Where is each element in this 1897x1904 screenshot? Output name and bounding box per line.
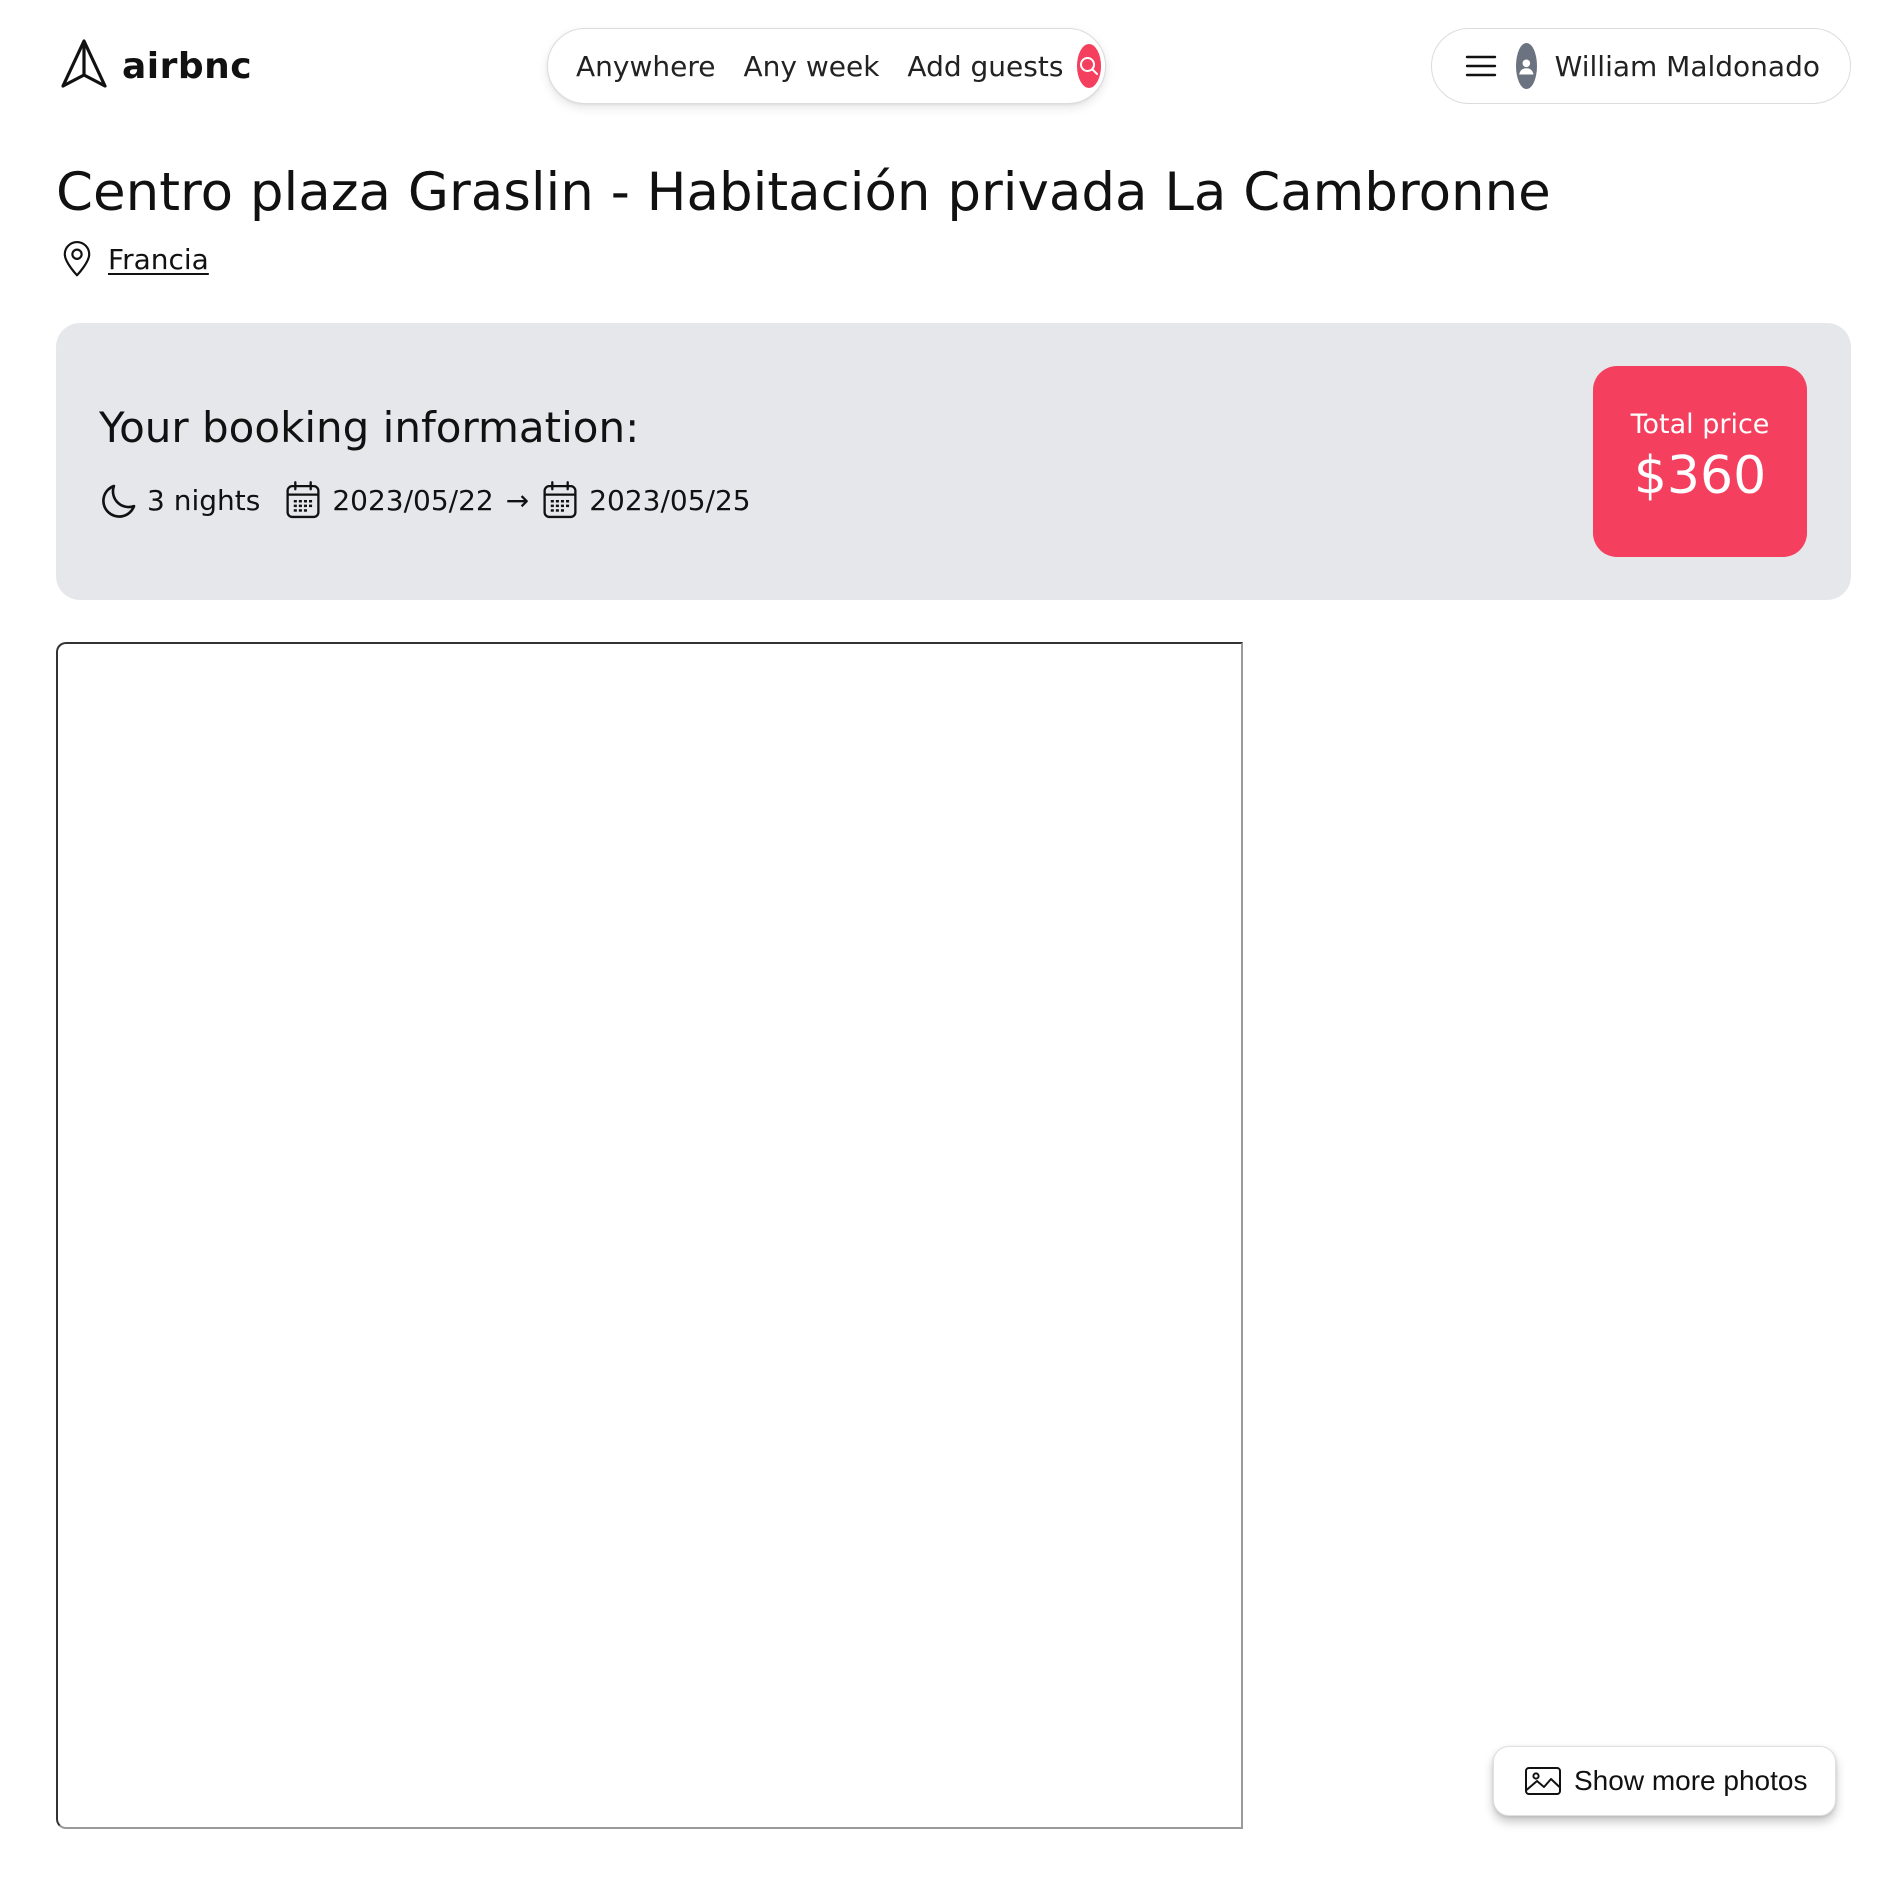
booking-details: 3 nights 2023/05/22 → 2023/05/25 <box>99 479 751 521</box>
date-arrow: → <box>505 483 530 517</box>
user-menu-button[interactable]: William Maldonado <box>1431 28 1851 104</box>
search-bar[interactable]: Anywhere Any week Add guests <box>547 28 1106 104</box>
check-in-date: 2023/05/22 <box>332 483 494 517</box>
location-link[interactable]: Francia <box>108 243 209 276</box>
calendar-icon <box>541 480 579 520</box>
total-price-value: $360 <box>1633 446 1767 506</box>
map-pin-icon <box>60 240 94 278</box>
search-button[interactable] <box>1077 44 1102 88</box>
booking-heading: Your booking information: <box>99 403 640 452</box>
search-any-week[interactable]: Any week <box>729 50 893 83</box>
check-out-date: 2023/05/25 <box>589 483 751 517</box>
main-photo[interactable] <box>56 642 1243 1829</box>
search-icon <box>1080 57 1099 75</box>
search-add-guests[interactable]: Add guests <box>893 50 1077 83</box>
listing-location: Francia <box>60 240 209 278</box>
avatar <box>1516 43 1537 89</box>
brand-name: airbnc <box>122 45 253 87</box>
total-price-label: Total price <box>1630 409 1770 440</box>
paper-plane-icon <box>60 38 108 94</box>
user-name: William Maldonado <box>1554 49 1820 83</box>
booking-info-panel: Your booking information: 3 nights 2023/… <box>56 323 1851 600</box>
show-more-photos-button[interactable]: Show more photos <box>1493 1746 1836 1816</box>
nights-count: 3 nights <box>147 483 261 517</box>
show-more-photos-label: Show more photos <box>1574 1765 1808 1796</box>
image-icon <box>1524 1765 1562 1797</box>
hamburger-menu-icon <box>1464 51 1498 81</box>
brand-logo[interactable]: airbnc <box>60 38 252 94</box>
top-navbar: airbnc Anywhere Any week Add guests Will… <box>0 0 1897 134</box>
moon-icon <box>99 479 141 521</box>
total-price-box: Total price $360 <box>1593 366 1807 557</box>
user-avatar-icon <box>1519 59 1534 75</box>
calendar-icon <box>284 480 322 520</box>
search-anywhere[interactable]: Anywhere <box>576 50 729 83</box>
listing-title: Centro plaza Graslin - Habitación privad… <box>56 162 1551 223</box>
